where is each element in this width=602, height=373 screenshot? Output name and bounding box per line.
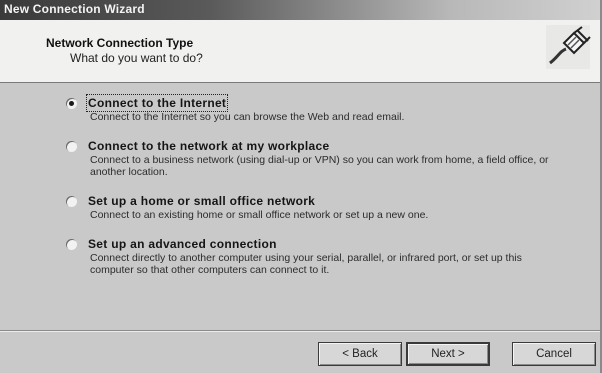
option-home-network-label[interactable]: Set up a home or small office network: [88, 194, 315, 208]
option-internet[interactable]: Connect to the Internet Connect to the I…: [66, 94, 566, 136]
next-button[interactable]: Next >: [406, 342, 490, 366]
back-button[interactable]: < Back: [318, 342, 402, 366]
wizard-window: New Connection Wizard Network Connection…: [0, 0, 602, 373]
option-advanced-label[interactable]: Set up an advanced connection: [88, 237, 277, 251]
network-plug-icon: [546, 25, 591, 69]
radio-workplace[interactable]: [66, 141, 77, 152]
radio-advanced[interactable]: [66, 239, 77, 250]
option-advanced[interactable]: Set up an advanced connection Connect di…: [66, 237, 566, 277]
option-workplace-description: Connect to a business network (using dia…: [90, 154, 549, 178]
radio-home-network[interactable]: [66, 196, 77, 207]
option-home-network-description: Connect to an existing home or small off…: [90, 209, 429, 221]
window-title: New Connection Wizard: [4, 2, 145, 16]
connection-type-options: Connect to the Internet Connect to the I…: [0, 83, 600, 323]
cancel-button[interactable]: Cancel: [512, 342, 596, 366]
option-workplace-label[interactable]: Connect to the network at my workplace: [88, 139, 329, 153]
title-bar[interactable]: New Connection Wizard: [0, 0, 600, 20]
option-internet-label[interactable]: Connect to the Internet: [85, 94, 229, 112]
option-workplace[interactable]: Connect to the network at my workplace C…: [66, 139, 566, 179]
wizard-header: Network Connection Type What do you want…: [0, 20, 600, 83]
option-internet-description: Connect to the Internet so you can brows…: [90, 111, 405, 123]
option-advanced-description: Connect directly to another computer usi…: [90, 252, 522, 276]
page-subtitle: What do you want to do?: [70, 51, 203, 65]
page-title: Network Connection Type: [46, 36, 194, 50]
radio-internet[interactable]: [66, 98, 77, 109]
button-divider: [0, 330, 600, 332]
option-home-network[interactable]: Set up a home or small office network Co…: [66, 194, 566, 234]
